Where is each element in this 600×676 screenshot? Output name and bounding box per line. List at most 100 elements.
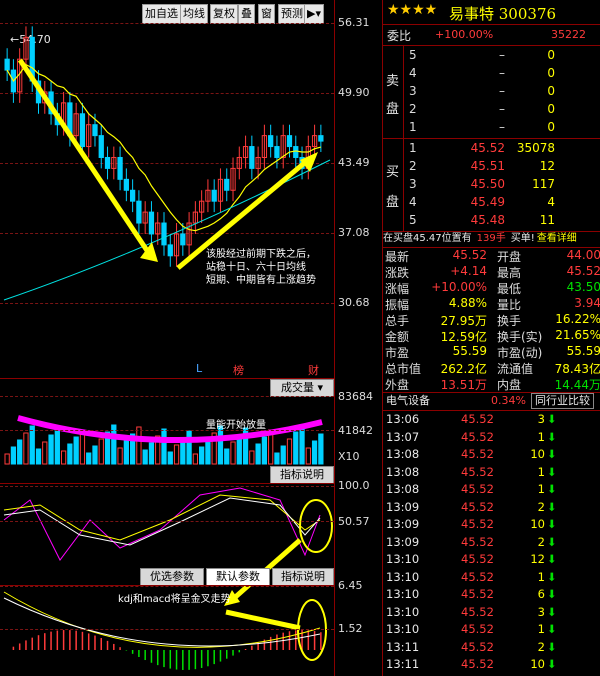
tick-volume: 10 xyxy=(530,517,545,531)
volume-bar xyxy=(67,443,73,465)
macd-arrow xyxy=(225,609,301,631)
volume-bar xyxy=(23,432,29,465)
tick-volume: 1 xyxy=(537,429,545,444)
buy-label: 盘 xyxy=(386,195,400,210)
tick-price: 45.52 xyxy=(461,517,494,531)
weibi-row: 委比 +100.00% 35222 xyxy=(383,25,600,46)
volume-bar xyxy=(173,444,180,465)
stat-label: 流通值 xyxy=(497,362,534,376)
price-tick: 43.49 xyxy=(338,156,370,169)
tab-default-params[interactable]: 默认参数 xyxy=(206,568,270,586)
volume-indicator-help-button[interactable]: 指标说明 xyxy=(270,466,334,484)
tick-time: 13:08 xyxy=(386,464,420,479)
tick-price: 45.52 xyxy=(461,639,494,654)
candle xyxy=(117,156,123,180)
sell-price: – xyxy=(499,120,505,134)
buy-volume: 117 xyxy=(532,177,555,191)
buy-volume: 4 xyxy=(547,195,555,209)
sell-volume: 0 xyxy=(547,102,555,116)
tick-volume: 1 xyxy=(537,622,545,636)
stat-value: 14.44万 xyxy=(554,378,600,392)
down-arrow-icon: ⬇ xyxy=(547,464,557,479)
candle xyxy=(136,200,142,224)
tick-volume: 1 xyxy=(537,569,545,584)
stock-header: ★★★★ 易事特 300376 xyxy=(383,0,600,25)
volume-bar xyxy=(205,439,211,465)
candle xyxy=(161,222,167,246)
tick-row: 13:10 45.52 3 ⬇ xyxy=(383,603,600,621)
volume-bar xyxy=(29,425,35,465)
kdj-indicator-help-button[interactable]: 指标说明 xyxy=(272,568,334,586)
tick-price: 45.52 xyxy=(461,482,494,496)
tick-price: 45.52 xyxy=(461,657,494,671)
marker-bang[interactable]: 榜 xyxy=(233,362,244,378)
stat-label: 振幅 xyxy=(385,298,410,312)
marker-cai[interactable]: 财 xyxy=(308,362,319,378)
volume-bar xyxy=(60,450,67,465)
order-alert-bar[interactable]: 在买盘45.47位置有 139手 买单! 查看详细 xyxy=(383,231,600,248)
order-detail-link[interactable]: 查看详细 xyxy=(537,233,577,244)
buy-price: 45.52 xyxy=(470,141,505,155)
sell-price: – xyxy=(499,66,505,80)
volume-bar xyxy=(142,449,148,465)
sell-price: – xyxy=(499,48,505,62)
tick-volume: 1 xyxy=(537,464,545,479)
buy-level: 1 xyxy=(409,141,417,155)
sell-volume: 0 xyxy=(547,84,555,98)
candle xyxy=(104,156,111,169)
order-alert-type: 买单! xyxy=(510,233,535,244)
tick-time: 13:11 xyxy=(386,657,420,671)
tick-price: 45.52 xyxy=(461,499,494,514)
stat-value: 16.22% xyxy=(555,312,600,326)
volume-bar xyxy=(148,442,155,465)
tick-volume: 6 xyxy=(537,587,545,601)
volume-tick: 41842 xyxy=(338,424,373,437)
chart-area[interactable]: 加自选 均线 复权叠窗预测 ▶▾ 56.31 49.90 43.49 37.08 30… xyxy=(0,0,382,676)
tick-row: 13:10 45.52 6 ⬇ xyxy=(383,585,600,603)
tick-time: 13:10 xyxy=(386,587,420,601)
tick-list: 13:06 45.52 3 ⬇ 13:07 45.52 1 ⬇ 13:08 45.52 10 ⬇ 13:… xyxy=(383,410,600,676)
price-tick: 49.90 xyxy=(338,86,370,99)
stat-value: 3.94 xyxy=(574,296,600,310)
sell-price: – xyxy=(499,102,505,116)
stat-value: +4.14 xyxy=(450,264,487,278)
down-arrow-icon: ⬇ xyxy=(547,587,557,601)
down-arrow-icon: ⬇ xyxy=(547,412,557,426)
buy-level: 4 xyxy=(409,195,417,209)
quote-panel: ★★★★ 易事特 300376 委比 +100.00% 35222 卖 盘 5–… xyxy=(382,0,600,676)
candle xyxy=(211,189,217,202)
tick-price: 45.52 xyxy=(461,587,494,601)
macd-annotation: kdj和macd将呈金叉走势 xyxy=(118,594,231,605)
stat-value: 55.59 xyxy=(566,344,600,358)
candle xyxy=(180,233,186,246)
down-arrow-icon: ⬇ xyxy=(547,622,557,636)
buy-level: 3 xyxy=(409,177,417,191)
stat-value: 44.00 xyxy=(566,248,600,262)
buy-volume: 12 xyxy=(539,159,555,173)
tick-price: 45.52 xyxy=(461,447,494,461)
kdj-tick: 100.0 xyxy=(338,479,370,492)
volume-bar xyxy=(123,440,129,465)
volume-bar xyxy=(48,434,54,465)
tick-price: 45.52 xyxy=(461,569,494,584)
volume-bar xyxy=(318,433,324,465)
volume-annotation: 量能开始放量 xyxy=(206,420,266,431)
tab-optimized-params[interactable]: 优选参数 xyxy=(140,568,204,586)
tick-time: 13:11 xyxy=(386,639,420,654)
stat-label: 内盘 xyxy=(497,378,522,392)
industry-row: 电气设备 0.34% 同行业比较 xyxy=(383,392,600,411)
down-arrow-icon: ⬇ xyxy=(547,569,557,584)
buy-level: 2 xyxy=(409,159,417,173)
marker-l[interactable]: L xyxy=(196,362,202,375)
price-tick: 30.68 xyxy=(338,296,370,309)
volume-dropdown-label: 成交量 xyxy=(280,381,314,394)
candle xyxy=(167,244,173,257)
volume-dropdown[interactable]: 成交量 ▾ xyxy=(270,379,334,397)
stat-value: 262.2亿 xyxy=(440,362,487,376)
tick-volume: 3 xyxy=(537,412,545,426)
industry-compare-button[interactable]: 同行业比较 xyxy=(531,393,594,409)
stat-value: 13.51万 xyxy=(440,378,487,392)
ma10-line xyxy=(6,63,322,232)
candle xyxy=(148,211,155,235)
tick-row: 13:09 45.52 2 ⬇ xyxy=(383,533,600,551)
